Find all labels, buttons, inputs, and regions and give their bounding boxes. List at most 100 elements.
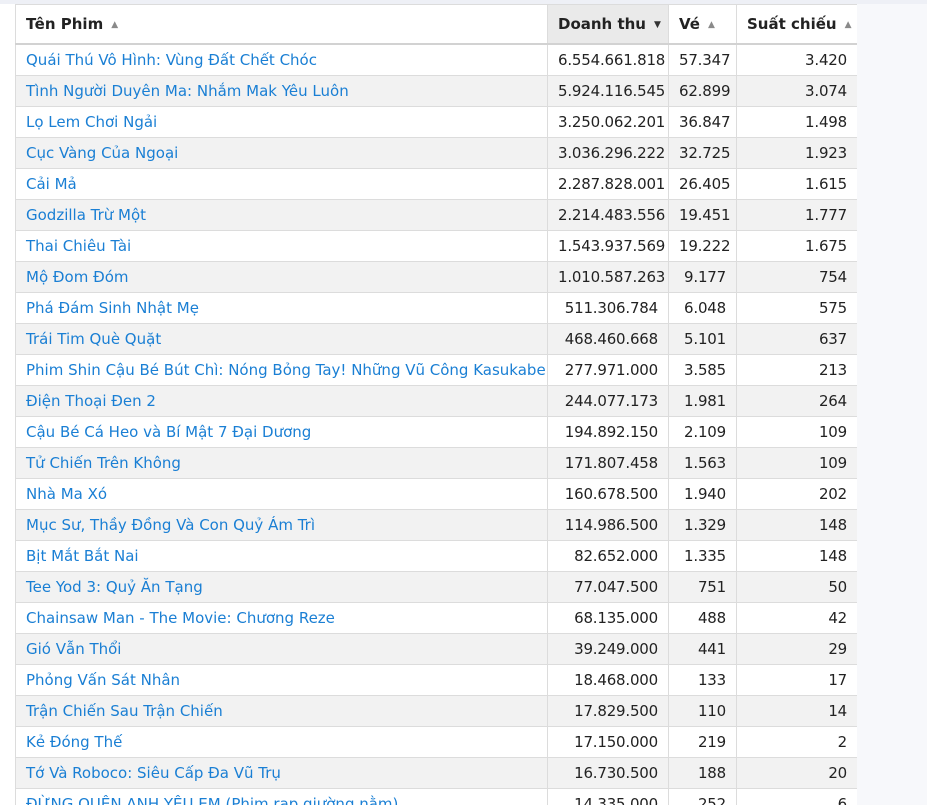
table-row: Godzilla Trừ Một 2.214.483.556 19.451 1.777 [15, 199, 857, 231]
cell-revenue: 17.829.500 [547, 695, 669, 727]
table-row: Kẻ Đóng Thế 17.150.000 219 2 [15, 726, 857, 758]
cell-revenue: 244.077.173 [547, 385, 669, 417]
table-row: Phỏng Vấn Sát Nhân 18.468.000 133 17 [15, 664, 857, 696]
cell-movie-title: Kẻ Đóng Thế [15, 726, 548, 758]
movie-title-link[interactable]: Cục Vàng Của Ngoại [26, 144, 178, 162]
cell-revenue: 3.036.296.222 [547, 137, 669, 169]
table-row: Chainsaw Man - The Movie: Chương Reze 68.… [15, 602, 857, 634]
cell-revenue: 14.335.000 [547, 788, 669, 805]
cell-tickets: 36.847 [668, 106, 737, 138]
cell-showtimes: 754 [736, 261, 857, 293]
cell-revenue: 5.924.116.545 [547, 75, 669, 107]
movie-title-link[interactable]: Gió Vẫn Thổi [26, 640, 121, 658]
cell-tickets: 57.347 [668, 43, 737, 76]
table-row: Lọ Lem Chơi Ngải 3.250.062.201 36.847 1.498 [15, 106, 857, 138]
table-body: Quái Thú Vô Hình: Vùng Đất Chết Chóc 6.55… [15, 43, 857, 805]
movie-title-link[interactable]: Phá Đám Sinh Nhật Mẹ [26, 299, 199, 317]
table-row: Tình Người Duyên Ma: Nhắm Mak Yêu Luôn 5.… [15, 75, 857, 107]
right-panel-background [857, 4, 927, 805]
movie-title-link[interactable]: Lọ Lem Chơi Ngải [26, 113, 157, 131]
cell-movie-title: Thai Chiêu Tài [15, 230, 548, 262]
table-row: Phim Shin Cậu Bé Bút Chì: Nóng Bỏng Tay!… [15, 354, 857, 386]
cell-movie-title: Cải Mả [15, 168, 548, 200]
cell-movie-title: Mục Sư, Thầy Đồng Và Con Quỷ Ám Trì [15, 509, 548, 541]
cell-tickets: 751 [668, 571, 737, 603]
cell-showtimes: 202 [736, 478, 857, 510]
movie-title-link[interactable]: Cậu Bé Cá Heo và Bí Mật 7 Đại Dương [26, 423, 311, 441]
movie-title-link[interactable]: Nhà Ma Xó [26, 485, 107, 503]
movie-title-link[interactable]: Điện Thoại Đen 2 [26, 392, 156, 410]
cell-movie-title: Phá Đám Sinh Nhật Mẹ [15, 292, 548, 324]
movie-title-link[interactable]: Quái Thú Vô Hình: Vùng Đất Chết Chóc [26, 51, 317, 69]
movie-title-link[interactable]: ĐỪNG QUÊN ANH YÊU EM (Phim rạp giường nằ… [26, 795, 398, 805]
movie-title-link[interactable]: Trái Tim Què Quặt [26, 330, 161, 348]
cell-tickets: 19.451 [668, 199, 737, 231]
cell-revenue: 16.730.500 [547, 757, 669, 789]
cell-revenue: 114.986.500 [547, 509, 669, 541]
movie-title-link[interactable]: Chainsaw Man - The Movie: Chương Reze [26, 609, 335, 627]
movie-title-link[interactable]: Trận Chiến Sau Trận Chiến [26, 702, 223, 720]
cell-movie-title: Trận Chiến Sau Trận Chiến [15, 695, 548, 727]
cell-tickets: 488 [668, 602, 737, 634]
cell-revenue: 39.249.000 [547, 633, 669, 665]
table-row: Nhà Ma Xó 160.678.500 1.940 202 [15, 478, 857, 510]
column-header-tickets[interactable]: Vé ▲ [668, 4, 737, 45]
movie-title-link[interactable]: Thai Chiêu Tài [26, 237, 131, 255]
table-row: Phá Đám Sinh Nhật Mẹ 511.306.784 6.048 575 [15, 292, 857, 324]
cell-showtimes: 1.923 [736, 137, 857, 169]
cell-showtimes: 17 [736, 664, 857, 696]
movie-title-link[interactable]: Mộ Đom Đóm [26, 268, 128, 286]
movie-revenue-table: Tên Phim ▲ Doanh thu ▼ Vé ▲ Suất chiếu ▲ Quá… [15, 4, 857, 805]
cell-revenue: 82.652.000 [547, 540, 669, 572]
cell-showtimes: 148 [736, 540, 857, 572]
table-header-row: Tên Phim ▲ Doanh thu ▼ Vé ▲ Suất chiếu ▲ [15, 4, 857, 45]
column-header-label: Doanh thu [558, 15, 646, 33]
cell-showtimes: 109 [736, 447, 857, 479]
movie-title-link[interactable]: Phim Shin Cậu Bé Bút Chì: Nóng Bỏng Tay!… [26, 361, 546, 379]
cell-tickets: 110 [668, 695, 737, 727]
movie-title-link[interactable]: Bịt Mắt Bắt Nai [26, 547, 139, 565]
movie-title-link[interactable]: Kẻ Đóng Thế [26, 733, 122, 751]
cell-tickets: 219 [668, 726, 737, 758]
movie-title-link[interactable]: Godzilla Trừ Một [26, 206, 146, 224]
cell-movie-title: Chainsaw Man - The Movie: Chương Reze [15, 602, 548, 634]
cell-revenue: 18.468.000 [547, 664, 669, 696]
cell-movie-title: Godzilla Trừ Một [15, 199, 548, 231]
movie-title-link[interactable]: Tớ Và Roboco: Siêu Cấp Đa Vũ Trụ [26, 764, 281, 782]
sort-asc-icon: ▲ [707, 20, 715, 30]
table-row: Tớ Và Roboco: Siêu Cấp Đa Vũ Trụ 16.730.5… [15, 757, 857, 789]
cell-movie-title: Phỏng Vấn Sát Nhân [15, 664, 548, 696]
cell-showtimes: 575 [736, 292, 857, 324]
column-header-revenue[interactable]: Doanh thu ▼ [547, 4, 669, 45]
cell-revenue: 77.047.500 [547, 571, 669, 603]
cell-tickets: 252 [668, 788, 737, 805]
movie-title-link[interactable]: Cải Mả [26, 175, 77, 193]
sort-asc-icon: ▲ [844, 20, 852, 30]
table-row: Quái Thú Vô Hình: Vùng Đất Chết Chóc 6.55… [15, 43, 857, 76]
table-row: Bịt Mắt Bắt Nai 82.652.000 1.335 148 [15, 540, 857, 572]
cell-tickets: 32.725 [668, 137, 737, 169]
cell-tickets: 62.899 [668, 75, 737, 107]
cell-tickets: 188 [668, 757, 737, 789]
cell-tickets: 133 [668, 664, 737, 696]
table-row: Tử Chiến Trên Không 171.807.458 1.563 109 [15, 447, 857, 479]
cell-showtimes: 3.074 [736, 75, 857, 107]
cell-tickets: 1.563 [668, 447, 737, 479]
movie-title-link[interactable]: Phỏng Vấn Sát Nhân [26, 671, 180, 689]
cell-showtimes: 42 [736, 602, 857, 634]
movie-title-link[interactable]: Tee Yod 3: Quỷ Ăn Tạng [26, 578, 203, 596]
column-header-showtimes[interactable]: Suất chiếu ▲ [736, 4, 857, 45]
cell-revenue: 468.460.668 [547, 323, 669, 355]
cell-revenue: 68.135.000 [547, 602, 669, 634]
cell-movie-title: Tình Người Duyên Ma: Nhắm Mak Yêu Luôn [15, 75, 548, 107]
cell-showtimes: 1.675 [736, 230, 857, 262]
cell-movie-title: Trái Tim Què Quặt [15, 323, 548, 355]
movie-title-link[interactable]: Tử Chiến Trên Không [26, 454, 181, 472]
cell-movie-title: Tớ Và Roboco: Siêu Cấp Đa Vũ Trụ [15, 757, 548, 789]
cell-tickets: 441 [668, 633, 737, 665]
movie-table-container: Tên Phim ▲ Doanh thu ▼ Vé ▲ Suất chiếu ▲ Quá… [15, 4, 857, 805]
column-header-title[interactable]: Tên Phim ▲ [15, 4, 548, 45]
movie-title-link[interactable]: Tình Người Duyên Ma: Nhắm Mak Yêu Luôn [26, 82, 349, 100]
movie-title-link[interactable]: Mục Sư, Thầy Đồng Và Con Quỷ Ám Trì [26, 516, 315, 534]
cell-revenue: 194.892.150 [547, 416, 669, 448]
